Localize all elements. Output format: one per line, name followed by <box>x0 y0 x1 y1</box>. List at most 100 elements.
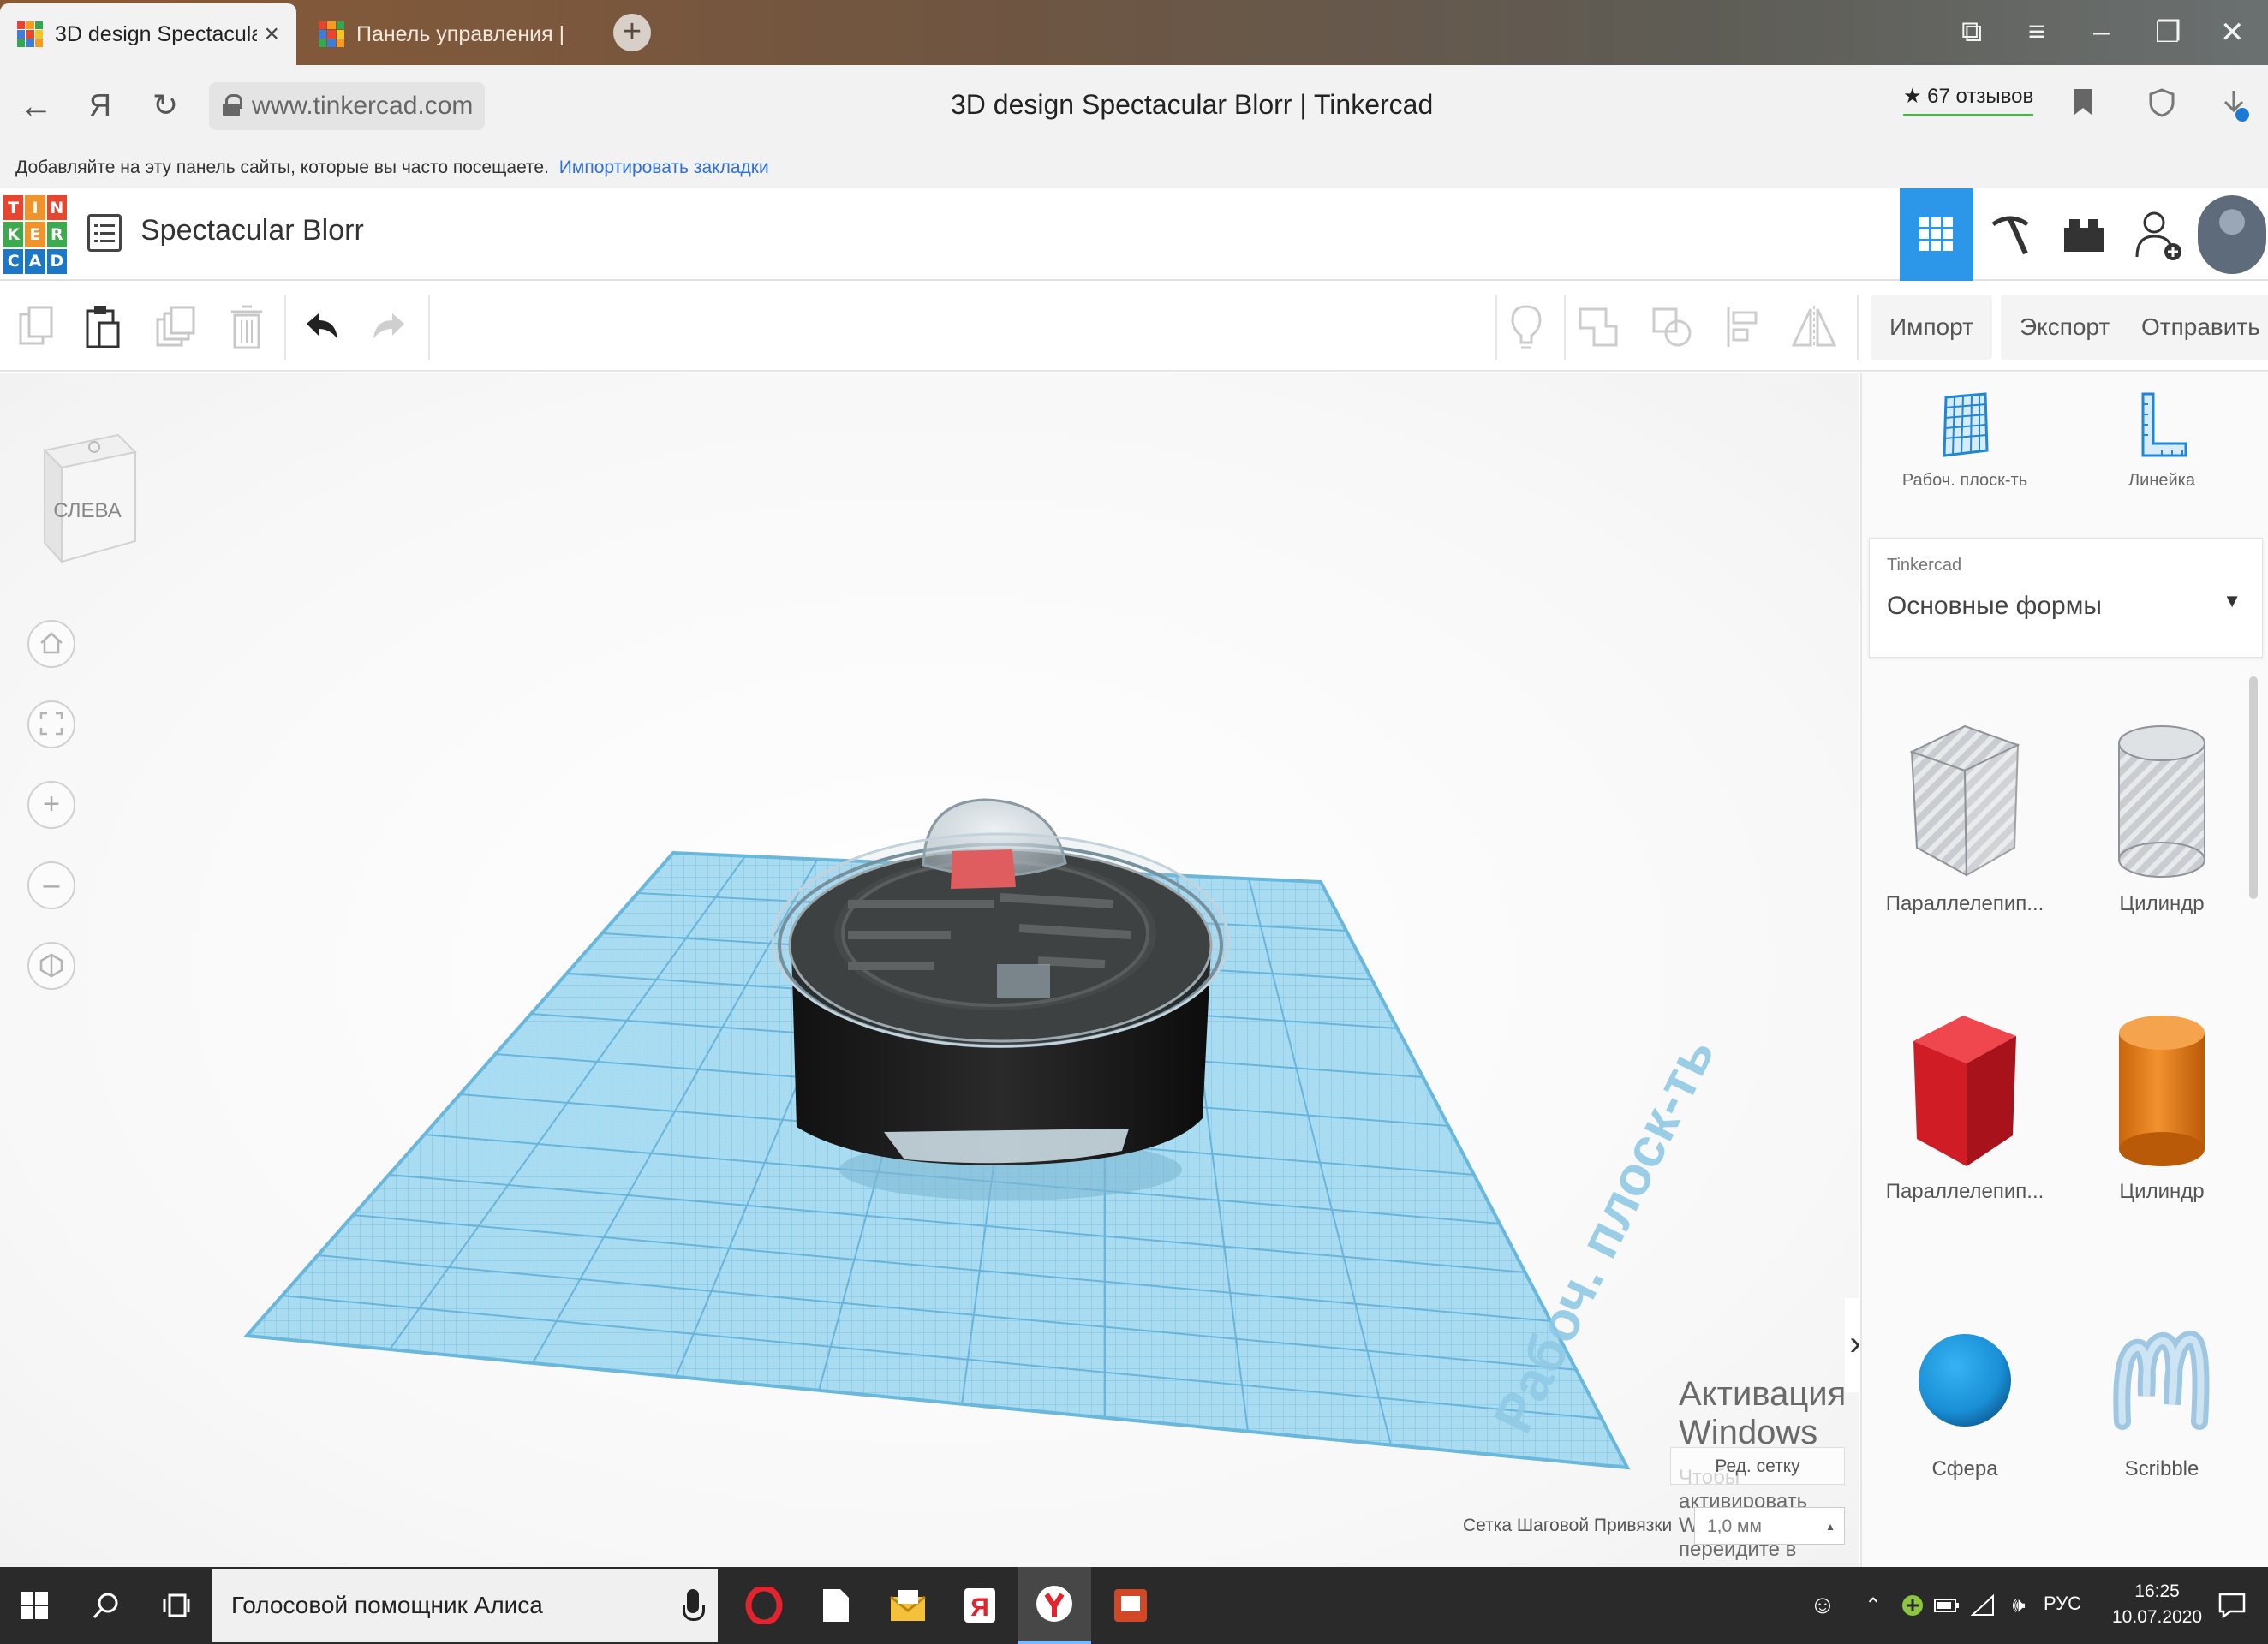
downloads-icon[interactable] <box>2218 87 2249 130</box>
shape-box[interactable]: Параллелепип... <box>1871 1007 2059 1204</box>
protect-shield-icon[interactable] <box>2146 87 2177 127</box>
undo-button[interactable] <box>296 301 348 353</box>
user-avatar[interactable] <box>2198 195 2266 274</box>
task-view-button[interactable] <box>142 1567 211 1644</box>
ungroup-button[interactable] <box>1646 301 1698 353</box>
tab-dashboard[interactable]: Панель управления | Tinkercad <box>301 3 584 65</box>
shape-label: Сфера <box>1931 1457 1998 1480</box>
presentation-app[interactable] <box>1096 1567 1165 1644</box>
invite-user-button[interactable] <box>2122 188 2196 281</box>
import-bookmarks-link[interactable]: Импортировать закладки <box>559 158 769 177</box>
reload-icon[interactable]: ↻ <box>152 87 178 123</box>
workplane-tool[interactable]: Рабоч. плоск-ть <box>1871 390 2059 491</box>
document-app[interactable] <box>802 1567 870 1644</box>
redo-icon <box>373 313 404 339</box>
alice-voice-search[interactable]: Голосовой помощник Алиса <box>212 1569 718 1642</box>
grid-view-icon <box>1919 217 1953 251</box>
people-icon[interactable]: ☺ <box>1805 1567 1840 1644</box>
lightbulb-icon <box>1511 305 1542 349</box>
collections-icon[interactable]: ⧉ <box>1961 15 1982 49</box>
logo-letter: T <box>3 195 24 221</box>
new-tab-button[interactable]: + <box>613 14 651 51</box>
toolbar-divider <box>1495 295 1497 360</box>
input-language[interactable]: РУС <box>2044 1593 2081 1615</box>
tinkercad-logo[interactable]: T I N K E R C A D <box>3 195 67 274</box>
snap-grid-select[interactable]: 1,0 мм <box>1694 1507 1845 1546</box>
copy-button[interactable] <box>10 301 62 353</box>
tab-label: Панель управления | Tinkercad <box>356 21 567 46</box>
tray-app-icon[interactable] <box>1898 1567 1927 1644</box>
zoom-in-button[interactable]: + <box>27 781 75 829</box>
fit-view-button[interactable] <box>27 700 75 748</box>
shape-cylinder[interactable]: Цилиндр <box>2068 1007 2256 1204</box>
export-button[interactable]: Экспорт <box>2001 295 2129 360</box>
shape-label: Scribble <box>2124 1457 2199 1480</box>
delete-button[interactable] <box>221 301 272 353</box>
opera-app[interactable] <box>730 1567 798 1644</box>
ruler-tool[interactable]: Линейка <box>2068 390 2256 491</box>
clock[interactable]: 16:25 10.07.2020 <box>2112 1579 2202 1630</box>
search-button[interactable] <box>72 1567 140 1644</box>
mirror-button[interactable] <box>1788 301 1840 353</box>
start-button[interactable] <box>0 1567 69 1644</box>
close-window-icon[interactable]: ✕ <box>2220 15 2245 50</box>
align-button[interactable] <box>1718 301 1770 353</box>
bookmarks-bar: Добавляйте на эту панель сайты, которые … <box>0 147 2268 188</box>
library-label: Tinkercad <box>1887 556 1962 575</box>
shape-sphere[interactable]: Сфера <box>1871 1319 2059 1481</box>
shape-label: Параллелепип... <box>1885 892 2044 915</box>
back-arrow-icon[interactable]: ← <box>19 87 53 126</box>
toolbar-divider <box>1857 295 1859 360</box>
codeblocks-button[interactable] <box>1973 188 2047 281</box>
view-3d-button[interactable] <box>1900 188 1973 281</box>
robot-vacuum-model[interactable] <box>771 798 1230 1165</box>
home-view-button[interactable] <box>27 620 75 668</box>
shape-box-hole[interactable]: Параллелепип... <box>1871 719 2059 916</box>
yandex-y-icon[interactable]: Я <box>89 87 111 123</box>
cylinder-hole-icon <box>2118 725 2205 878</box>
workplane-viewport[interactable]: Рабоч. плоск-ть СЛЕВА + – Активация Wind… <box>0 373 1859 1567</box>
bookmark-icon[interactable] <box>2073 87 2093 125</box>
shape-scribble[interactable]: Scribble <box>2068 1319 2256 1481</box>
reviews-badge[interactable]: ★ 67 отзывов <box>1903 84 2034 116</box>
zoom-out-button[interactable]: – <box>27 861 75 909</box>
view-cube[interactable]: СЛЕВА <box>34 425 146 583</box>
minimize-icon[interactable]: – <box>2093 15 2110 49</box>
network-icon[interactable] <box>1968 1567 1997 1644</box>
close-tab-icon[interactable]: × <box>264 20 279 49</box>
clock-date: 10.07.2020 <box>2112 1607 2203 1627</box>
bricks-button[interactable] <box>2047 188 2121 281</box>
redo-button[interactable] <box>363 301 415 353</box>
battery-icon[interactable] <box>1932 1567 1961 1644</box>
url-field[interactable]: www.tinkercad.com <box>209 82 486 130</box>
volume-icon[interactable]: 🕪 <box>2004 1567 2033 1644</box>
design-name[interactable]: Spectacular Blorr <box>140 214 364 247</box>
notes-button[interactable] <box>1501 301 1552 353</box>
yandex-browser-app[interactable] <box>1018 1567 1091 1644</box>
shape-cylinder-hole[interactable]: Цилиндр <box>2068 719 2256 916</box>
logo-letter: I <box>25 195 45 221</box>
notifications-icon[interactable] <box>2206 1567 2258 1644</box>
3d-scene[interactable]: Рабоч. плоск-ть <box>0 373 1859 1567</box>
perspective-button[interactable] <box>27 942 75 990</box>
shape-library-dropdown[interactable]: Tinkercad Основные формы ▼ <box>1869 538 2263 658</box>
microphone-icon[interactable] <box>683 1589 705 1621</box>
add-user-icon <box>2135 211 2181 260</box>
mail-app[interactable] <box>874 1567 942 1644</box>
send-to-button[interactable]: Отправить <box>2122 295 2268 360</box>
import-button[interactable]: Импорт <box>1871 295 1992 360</box>
shapes-panel-scrollbar[interactable] <box>2249 676 2258 899</box>
collapse-panel-button[interactable]: › <box>1845 1298 1859 1392</box>
tab-3d-design[interactable]: 3D design Spectacular Blorr | Tinkercad … <box>0 3 296 65</box>
duplicate-button[interactable] <box>149 301 200 353</box>
restore-icon[interactable]: ❐ <box>2155 15 2181 50</box>
tray-chevron-up-icon[interactable]: ⌃ <box>1860 1567 1886 1644</box>
logo-letter: R <box>46 222 67 247</box>
group-button[interactable] <box>1573 301 1624 353</box>
yandex-app[interactable]: Я <box>946 1567 1014 1644</box>
design-list-icon[interactable] <box>87 214 122 252</box>
browser-tab-strip: 3D design Spectacular Blorr | Tinkercad … <box>0 0 2268 65</box>
paste-button[interactable] <box>77 301 128 353</box>
menu-icon[interactable]: ≡ <box>2028 15 2045 49</box>
edit-grid-button[interactable]: Ред. сетку <box>1670 1447 1845 1485</box>
